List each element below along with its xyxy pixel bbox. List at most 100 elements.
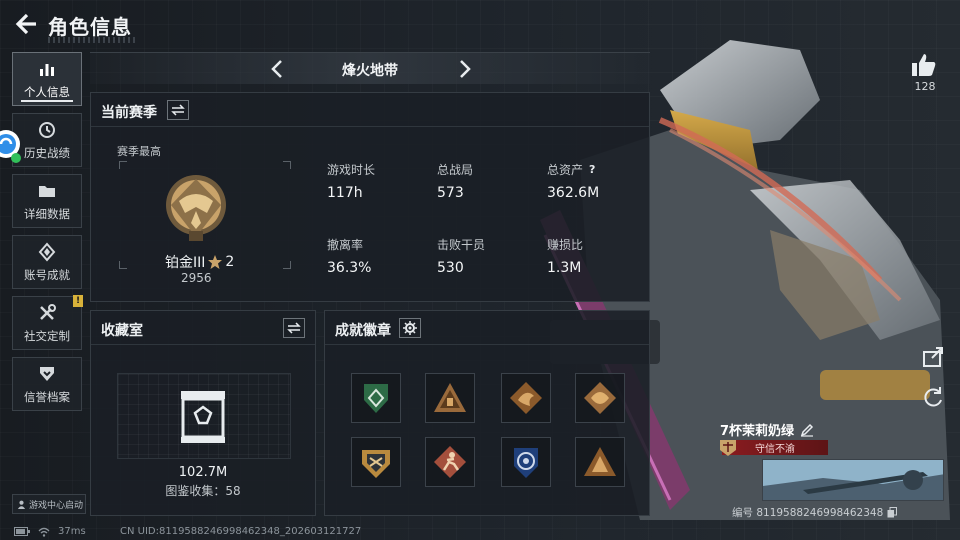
- bronze-dragon-badge-2-icon: [584, 382, 616, 414]
- help-icon[interactable]: ?: [589, 163, 595, 176]
- player-name: 7杯茉莉奶绿: [720, 420, 814, 439]
- title-decoration: [48, 37, 138, 43]
- panel-header: 当前赛季: [91, 93, 649, 127]
- sidebar-item-label: 详细数据: [24, 206, 70, 221]
- blue-target-badge-icon: [514, 448, 538, 478]
- stat-playtime: 游戏时长 117h: [327, 161, 375, 201]
- floating-assistant-icon[interactable]: [0, 124, 26, 164]
- badge-slot-5[interactable]: [351, 437, 401, 487]
- bronze-triangle-badge-icon: [584, 447, 616, 476]
- stat-label: 赚损比: [547, 238, 584, 252]
- sidebar: 个人信息 历史战绩 详细数据 账号成就 社交定制 ! 信誉档案: [12, 52, 83, 418]
- player-id-text: 编号 8119588246998462348: [732, 507, 884, 519]
- player-id-line: 编号 8119588246998462348: [732, 505, 898, 520]
- next-arrow-icon[interactable]: [452, 57, 476, 81]
- badge-slot-4[interactable]: [575, 373, 625, 423]
- sidebar-item-label: 历史战绩: [24, 145, 70, 160]
- stat-value: 362.6M: [547, 185, 600, 201]
- status-footer: 37ms: [14, 526, 86, 537]
- star-icon: [208, 255, 223, 269]
- collection-room-panel: 收藏室 102.7M 图鉴收集：58: [90, 310, 316, 516]
- ping-text: 37ms: [58, 526, 86, 537]
- player-name-text: 7杯茉莉奶绿: [720, 424, 795, 439]
- bar-chart-icon: [40, 63, 54, 76]
- back-arrow-icon[interactable]: [12, 10, 38, 38]
- badge-slot-1[interactable]: [351, 373, 401, 423]
- folder-icon: [39, 185, 55, 197]
- stat-extraction-rate: 撤离率 36.3%: [327, 236, 371, 276]
- notice-badge: !: [73, 295, 83, 307]
- swap-icon: [287, 322, 301, 334]
- sidebar-item-credit[interactable]: 信誉档案: [12, 357, 82, 411]
- game-center-launch-button[interactable]: 游戏中心启动: [12, 494, 86, 514]
- stat-value: 1.3M: [547, 260, 582, 276]
- swap-button[interactable]: [283, 318, 305, 338]
- sidebar-item-detailed-data[interactable]: 详细数据: [12, 174, 82, 228]
- stat-label: 撤离率: [327, 238, 364, 252]
- bronze-pyramid-badge-icon: [434, 383, 466, 412]
- current-season-panel: 当前赛季 赛季最高 铂金III 2 2956 游戏时长 117h 总战局 573…: [90, 92, 650, 302]
- stat-total-matches: 总战局 573: [437, 161, 473, 201]
- achievement-badges-panel: 成就徽章: [324, 310, 650, 516]
- stat-value: 36.3%: [327, 260, 372, 276]
- rank-tier: 铂金III: [165, 255, 206, 271]
- badge-slot-3[interactable]: [501, 373, 551, 423]
- share-icon[interactable]: [920, 344, 946, 370]
- stat-operators-defeated: 击败干员 530: [437, 236, 485, 276]
- shield-check-icon: [40, 366, 54, 381]
- bronze-runner-badge-icon: [434, 446, 466, 478]
- credit-scale-icon: [720, 440, 736, 456]
- season-selector: 烽火地带: [90, 52, 650, 84]
- sidebar-item-label: 个人信息: [24, 84, 70, 99]
- thumbs-up-icon[interactable]: [910, 52, 938, 78]
- panel-title: 当前赛季: [101, 105, 157, 121]
- sidebar-item-label: 信誉档案: [24, 389, 70, 404]
- rank-emblem-icon: [166, 175, 226, 241]
- sidebar-item-profile[interactable]: 个人信息: [12, 52, 82, 106]
- gold-emblem-badge-icon: [362, 450, 390, 478]
- rank-name: 铂金III 2: [165, 252, 234, 272]
- edit-pencil-icon[interactable]: [800, 423, 814, 437]
- user-icon: [17, 500, 26, 509]
- gear-icon: [403, 321, 417, 335]
- stat-label: 总战局: [437, 163, 474, 177]
- history-clock-icon: [39, 121, 55, 138]
- like-count: 128: [914, 80, 936, 93]
- panel-header: 收藏室: [91, 311, 315, 345]
- stat-value: 573: [437, 185, 464, 201]
- profile-banner-image[interactable]: [762, 459, 944, 501]
- stat-value: 530: [437, 260, 464, 276]
- collection-count: 图鉴收集：58: [165, 484, 241, 498]
- settings-button[interactable]: [399, 318, 421, 338]
- footer-uid: CN UID:8119588246998462348_202603121727: [120, 526, 362, 537]
- badge-slot-2[interactable]: [425, 373, 475, 423]
- page-title: 角色信息: [48, 15, 132, 39]
- swap-button[interactable]: [167, 100, 189, 120]
- refresh-icon[interactable]: [920, 384, 946, 410]
- sidebar-item-achievements[interactable]: 账号成就: [12, 235, 82, 289]
- panel-header: 成就徽章: [325, 311, 649, 345]
- copy-icon[interactable]: [887, 507, 898, 518]
- panel-title: 成就徽章: [335, 323, 391, 339]
- panel-title: 收藏室: [101, 323, 143, 339]
- badge-slot-6[interactable]: [425, 437, 475, 487]
- stat-label: 击败干员: [437, 238, 486, 252]
- launch-label: 游戏中心启动: [29, 500, 84, 511]
- battery-icon: [14, 527, 30, 536]
- sidebar-item-label: 社交定制: [24, 328, 70, 343]
- rank-stars: 2: [225, 254, 235, 270]
- banner-scene: [763, 460, 943, 500]
- badge-slot-8[interactable]: [575, 437, 625, 487]
- rank-score: 2956: [181, 271, 212, 285]
- credit-status-text: 守信不渝: [755, 444, 795, 455]
- vault-value: 102.7M: [178, 465, 228, 480]
- season-name: 烽火地带: [342, 63, 398, 79]
- sidebar-item-social[interactable]: 社交定制 !: [12, 295, 83, 350]
- stat-value: 117h: [327, 185, 363, 201]
- stat-label: 游戏时长: [327, 163, 376, 177]
- stat-label: 总资产: [547, 163, 584, 177]
- green-shield-badge-icon: [364, 384, 388, 413]
- badge-slot-7[interactable]: [501, 437, 551, 487]
- tools-icon: [40, 303, 56, 320]
- bronze-dragon-badge-icon: [510, 382, 542, 414]
